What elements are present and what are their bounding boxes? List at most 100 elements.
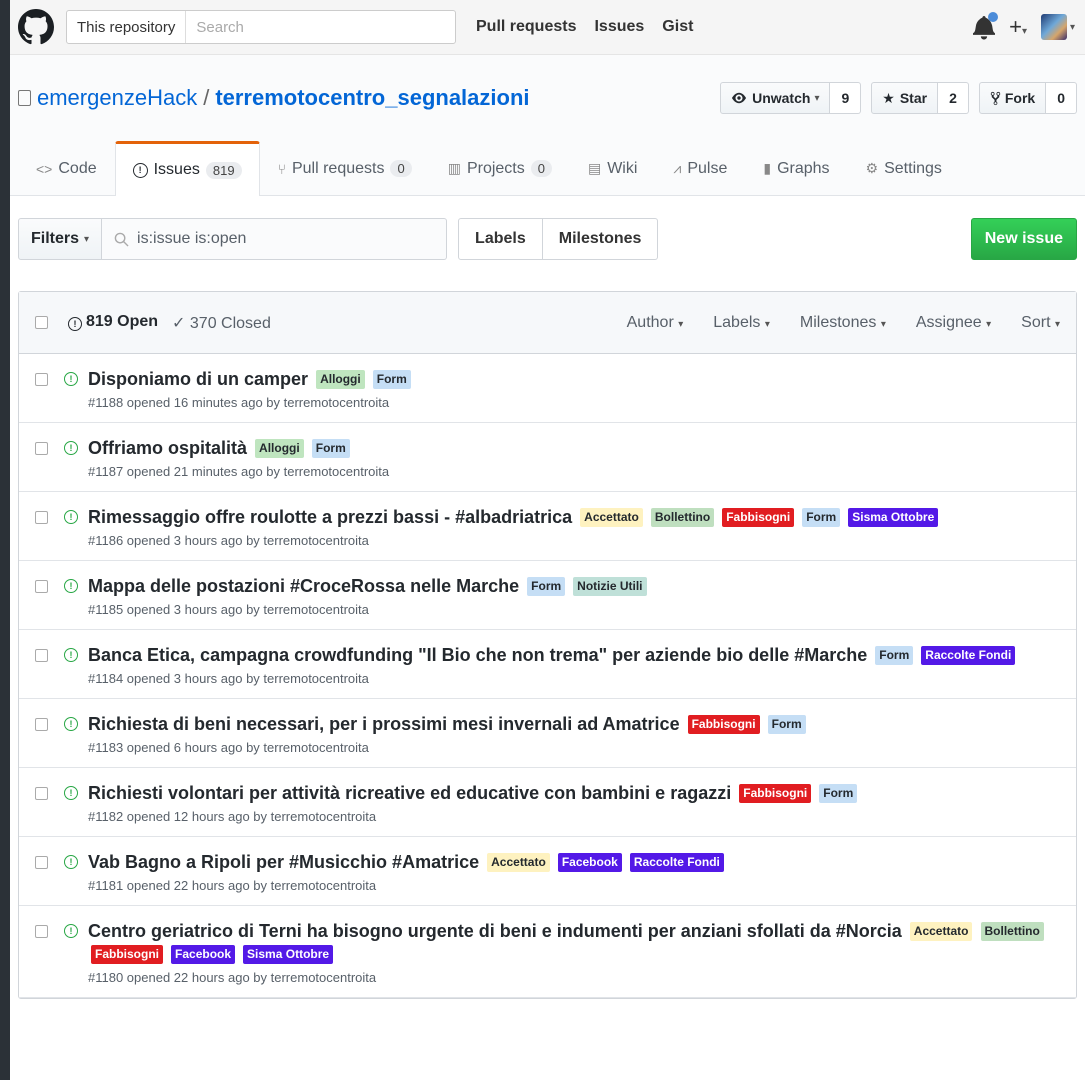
unwatch-button[interactable]: Unwatch ▾	[720, 82, 831, 114]
issue-title-link[interactable]: Disponiamo di un camper	[88, 369, 308, 389]
issue-title-link[interactable]: Centro geriatrico di Terni ha bisogno ur…	[88, 921, 902, 941]
pulse-icon: ⩘	[673, 160, 682, 176]
issue-checkbox[interactable]	[35, 511, 48, 524]
unread-indicator	[988, 12, 999, 22]
issue-label[interactable]: Alloggi	[316, 370, 365, 389]
filters-dropdown[interactable]: Filters ▾	[18, 218, 103, 260]
issue-checkbox[interactable]	[35, 856, 48, 869]
issue-checkbox[interactable]	[35, 649, 48, 662]
table-row[interactable]: ! Mappa delle postazioni #CroceRossa nell…	[19, 561, 1076, 630]
issue-title-link[interactable]: Offriamo ospitalità	[88, 438, 247, 458]
milestones-button[interactable]: Milestones	[542, 218, 659, 260]
issue-label[interactable]: Fabbisogni	[722, 508, 795, 527]
issue-label[interactable]: Facebook	[171, 945, 236, 964]
issue-title-link[interactable]: Vab Bagno a Ripoli per #Musicchio #Amatr…	[88, 852, 479, 872]
issue-title-line: Banca Etica, campagna crowdfunding "Il B…	[88, 644, 1060, 667]
issue-label[interactable]: Raccolte Fondi	[921, 646, 1016, 665]
issues-search-input[interactable]: is:issue is:open	[102, 218, 448, 260]
notifications-bell-icon[interactable]	[973, 12, 999, 40]
open-issues-toggle[interactable]: ! 819 Open	[68, 313, 158, 333]
table-row[interactable]: ! Offriamo ospitalità Alloggi Form #1187 o…	[19, 423, 1076, 492]
watchers-count[interactable]: 9	[830, 82, 862, 114]
issue-title-link[interactable]: Richiesti volontari per attività ricreat…	[88, 783, 731, 803]
author-filter[interactable]: Author ▾	[627, 314, 684, 332]
issue-checkbox[interactable]	[35, 925, 48, 938]
issue-label[interactable]: Form	[875, 646, 914, 665]
issue-checkbox[interactable]	[35, 373, 48, 386]
issue-label[interactable]: Bollettino	[650, 508, 715, 527]
issue-label[interactable]: Notizie Utili	[573, 577, 647, 596]
issue-label[interactable]: Sisma Ottobre	[848, 508, 939, 527]
create-new-menu[interactable]: +▾	[1009, 14, 1027, 40]
tab-pull-requests[interactable]: ⑂ Pull requests 0	[260, 141, 430, 195]
issue-meta: #1186 opened 3 hours ago by terremotocen…	[88, 533, 369, 548]
issues-list: ! 819 Open ✓ 370 Closed Author ▾ Labels ▾…	[18, 291, 1077, 999]
issue-label[interactable]: Form	[311, 439, 350, 458]
star-button[interactable]: ★ Star	[871, 82, 939, 114]
fork-button[interactable]: Fork	[978, 82, 1047, 114]
nav-pull-requests[interactable]: Pull requests	[476, 18, 576, 36]
forks-count[interactable]: 0	[1046, 82, 1077, 114]
labels-button[interactable]: Labels	[458, 218, 543, 260]
user-menu[interactable]: ▾	[1040, 14, 1075, 40]
issue-title-link[interactable]: Mappa delle postazioni #CroceRossa nelle…	[88, 576, 519, 596]
tab-issues[interactable]: ! Issues 819	[114, 141, 260, 196]
issue-label[interactable]: Form	[802, 508, 841, 527]
labels-filter[interactable]: Labels ▾	[713, 314, 770, 332]
issue-label[interactable]: Form	[767, 715, 806, 734]
issue-checkbox[interactable]	[35, 580, 48, 593]
table-row[interactable]: ! Vab Bagno a Ripoli per #Musicchio #Amat…	[19, 837, 1076, 906]
search-input[interactable]: Search	[186, 19, 254, 36]
repo-owner-link[interactable]: emergenzeHack	[37, 85, 197, 111]
table-row[interactable]: ! Richiesti volontari per attività ricrea…	[19, 768, 1076, 837]
sort-dropdown[interactable]: Sort ▾	[1021, 314, 1060, 332]
table-row[interactable]: ! Richiesta di beni necessari, per i pros…	[19, 699, 1076, 768]
open-count: 819 Open	[86, 312, 159, 330]
issue-label[interactable]: Sisma Ottobre	[243, 945, 334, 964]
issue-label[interactable]: Accettato	[580, 508, 643, 527]
issue-label[interactable]: Form	[527, 577, 566, 596]
issue-label[interactable]: Facebook	[557, 853, 622, 872]
milestones-filter[interactable]: Milestones ▾	[800, 314, 886, 332]
issue-title-link[interactable]: Rimessaggio offre roulotte a prezzi bass…	[88, 507, 572, 527]
repo-name-link[interactable]: terremotocentro_segnalazioni	[215, 85, 529, 111]
select-all-checkbox[interactable]	[35, 316, 48, 329]
table-row[interactable]: ! Centro geriatrico di Terni ha bisogno u…	[19, 906, 1076, 998]
issue-label[interactable]: Form	[372, 370, 411, 389]
issue-title-link[interactable]: Richiesta di beni necessari, per i pross…	[88, 714, 680, 734]
issue-checkbox[interactable]	[35, 442, 48, 455]
issue-label[interactable]: Alloggi	[255, 439, 304, 458]
tab-graphs[interactable]: ▮ Graphs	[745, 141, 847, 195]
nav-issues[interactable]: Issues	[594, 18, 644, 36]
issue-meta: #1180 opened 22 hours ago by terremotoce…	[88, 970, 377, 985]
stargazers-count[interactable]: 2	[938, 82, 969, 114]
closed-issues-toggle[interactable]: ✓ 370 Closed	[172, 313, 271, 333]
issue-label[interactable]: Accettato	[909, 922, 973, 941]
issue-title-link[interactable]: Banca Etica, campagna crowdfunding "Il B…	[88, 645, 867, 665]
table-row[interactable]: ! Banca Etica, campagna crowdfunding "Il …	[19, 630, 1076, 699]
table-row[interactable]: ! Rimessaggio offre roulotte a prezzi bas…	[19, 492, 1076, 561]
assignee-filter[interactable]: Assignee ▾	[916, 314, 991, 332]
issue-label[interactable]: Fabbisogni	[91, 945, 163, 964]
tab-settings[interactable]: ⚙ Settings	[848, 141, 960, 195]
tab-wiki[interactable]: ▤ Wiki	[570, 141, 655, 195]
issue-label[interactable]: Bollettino	[980, 922, 1044, 941]
issue-checkbox[interactable]	[35, 787, 48, 800]
issue-meta: #1185 opened 3 hours ago by terremotocen…	[88, 602, 369, 617]
issue-label[interactable]: Fabbisogni	[739, 784, 812, 803]
tab-pulse[interactable]: ⩘ Pulse	[655, 141, 745, 195]
issue-label[interactable]: Accettato	[487, 853, 550, 872]
issue-label[interactable]: Fabbisogni	[687, 715, 760, 734]
table-row[interactable]: ! Disponiamo di un camper Alloggi Form #11…	[19, 354, 1076, 423]
issue-content: Richiesta di beni necessari, per i pross…	[88, 713, 1060, 755]
header-search[interactable]: This repository Search	[66, 10, 456, 44]
new-issue-button[interactable]: New issue	[970, 218, 1077, 260]
issue-label[interactable]: Raccolte Fondi	[629, 853, 724, 872]
github-logo-icon[interactable]	[18, 9, 54, 45]
tab-projects[interactable]: ▥ Projects 0	[430, 141, 570, 195]
issue-checkbox[interactable]	[35, 718, 48, 731]
nav-gist[interactable]: Gist	[662, 18, 693, 36]
issue-label[interactable]: Form	[819, 784, 858, 803]
tab-code[interactable]: <> Code	[18, 141, 115, 195]
issue-content: Banca Etica, campagna crowdfunding "Il B…	[88, 644, 1060, 686]
